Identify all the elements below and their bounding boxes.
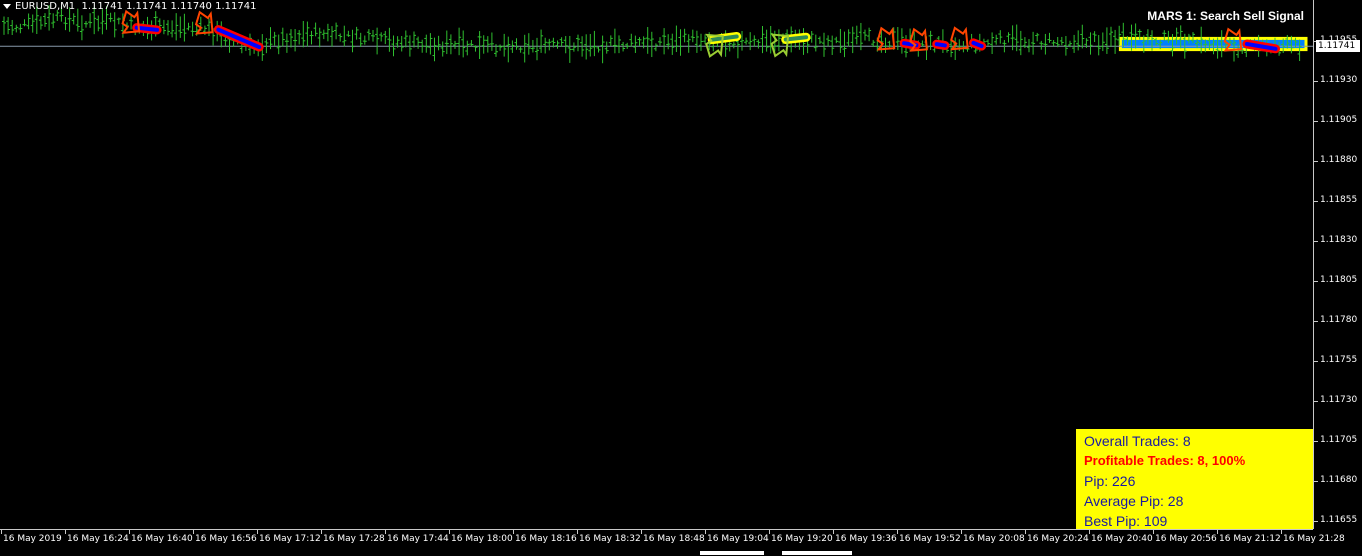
time-tick-label: 16 May 20:08 — [963, 534, 1025, 544]
price-tick-label: 1.11880 — [1320, 155, 1358, 165]
time-tick-mark — [769, 530, 770, 534]
time-tick-label: 16 May 17:12 — [259, 534, 321, 544]
price-tick-label: 1.11855 — [1320, 195, 1358, 205]
price-tick-label: 1.11805 — [1320, 275, 1358, 285]
time-tick-label: 16 May 19:36 — [835, 534, 897, 544]
price-tick-mark — [1314, 241, 1318, 242]
time-tick-label: 16 May 21:28 — [1283, 534, 1345, 544]
symbol-name: EURUSD,M1 — [15, 1, 76, 12]
time-tick-label: 16 May 2019 — [3, 534, 62, 544]
time-tick-mark — [129, 530, 130, 534]
price-tick-label: 1.11755 — [1320, 355, 1358, 365]
price-tick-mark — [1314, 521, 1318, 522]
overall-trades: Overall Trades: 8 — [1084, 433, 1191, 449]
time-tick-label: 16 May 16:56 — [195, 534, 257, 544]
price-tick-label: 1.11830 — [1320, 235, 1358, 245]
time-tick-mark — [897, 530, 898, 534]
time-tick-label: 16 May 20:40 — [1091, 534, 1153, 544]
price-tick-label: 1.11705 — [1320, 435, 1358, 445]
price-tick-mark — [1314, 121, 1318, 122]
ohlc-values: 1.11741 1.11741 1.11740 1.11741 — [81, 1, 257, 12]
time-tick-mark — [257, 530, 258, 534]
time-tick-mark — [641, 530, 642, 534]
time-tick-label: 16 May 19:52 — [899, 534, 961, 544]
price-tick-mark — [1314, 361, 1318, 362]
chart-tab[interactable] — [782, 551, 852, 555]
price-tick-label: 1.11930 — [1320, 75, 1358, 85]
time-tick-mark — [513, 530, 514, 534]
price-tick-mark — [1314, 321, 1318, 322]
time-tick-label: 16 May 19:20 — [771, 534, 833, 544]
time-tick-mark — [577, 530, 578, 534]
price-tick-mark — [1314, 481, 1318, 482]
time-tick-label: 16 May 18:32 — [579, 534, 641, 544]
average-pip: Average Pip: 28 — [1084, 493, 1184, 509]
price-tick-label: 1.11905 — [1320, 115, 1358, 125]
time-tick-label: 16 May 21:12 — [1219, 534, 1281, 544]
pip-total: Pip: 226 — [1084, 473, 1136, 489]
price-tick-label: 1.11730 — [1320, 395, 1358, 405]
time-tick-label: 16 May 17:28 — [323, 534, 385, 544]
price-tick-label: 1.11780 — [1320, 315, 1358, 325]
time-tick-mark — [65, 530, 66, 534]
stats-panel: Overall Trades: 8 Profitable Trades: 8, … — [1076, 429, 1313, 529]
time-tick-label: 16 May 19:04 — [707, 534, 769, 544]
time-tick-mark — [385, 530, 386, 534]
time-tick-mark — [1, 530, 2, 534]
price-tick-mark — [1314, 441, 1318, 442]
time-tick-label: 16 May 18:48 — [643, 534, 705, 544]
time-tick-mark — [961, 530, 962, 534]
price-tick-mark — [1314, 81, 1318, 82]
profitable-trades: Profitable Trades: 8, 100% — [1084, 453, 1246, 468]
time-tick-label: 16 May 17:44 — [387, 534, 449, 544]
price-tick-mark — [1314, 201, 1318, 202]
time-scale[interactable]: 16 May 2019 16 May 16:24 16 May 16:40 16 Ma… — [0, 529, 1345, 556]
time-tick-mark — [833, 530, 834, 534]
indicator-title: MARS 1: Search Sell Signal — [1147, 9, 1304, 23]
price-tick-mark — [1314, 281, 1318, 282]
sell-arrow-icon — [194, 10, 214, 35]
time-tick-label: 16 May 16:24 — [67, 534, 129, 544]
time-tick-label: 16 May 18:00 — [451, 534, 513, 544]
sell-trade-line — [216, 27, 262, 50]
price-tick-label: 1.11680 — [1320, 475, 1358, 485]
time-tick-mark — [321, 530, 322, 534]
current-price-label: 1.11741 — [1316, 40, 1360, 53]
time-tick-label: 16 May 18:16 — [515, 534, 577, 544]
time-tick-mark — [449, 530, 450, 534]
best-pip: Best Pip: 109 — [1084, 513, 1168, 529]
symbol-header: EURUSD,M1 1.11741 1.11741 1.11740 1.1174… — [3, 1, 256, 12]
sell-trade-line — [934, 42, 947, 48]
price-tick-mark — [1314, 161, 1318, 162]
price-tick-label: 1.11655 — [1320, 515, 1358, 525]
time-tick-label: 16 May 20:56 — [1155, 534, 1217, 544]
dropdown-triangle-icon[interactable] — [3, 3, 11, 9]
time-tick-label: 16 May 16:40 — [131, 534, 193, 544]
chart-tab[interactable] — [700, 551, 764, 555]
time-tick-label: 16 May 20:24 — [1027, 534, 1089, 544]
price-scale[interactable]: 1.119551.119301.119051.118801.118551.118… — [1313, 0, 1362, 529]
time-tick-mark — [1025, 530, 1026, 534]
time-tick-mark — [705, 530, 706, 534]
time-tick-mark — [193, 530, 194, 534]
price-tick-mark — [1314, 401, 1318, 402]
